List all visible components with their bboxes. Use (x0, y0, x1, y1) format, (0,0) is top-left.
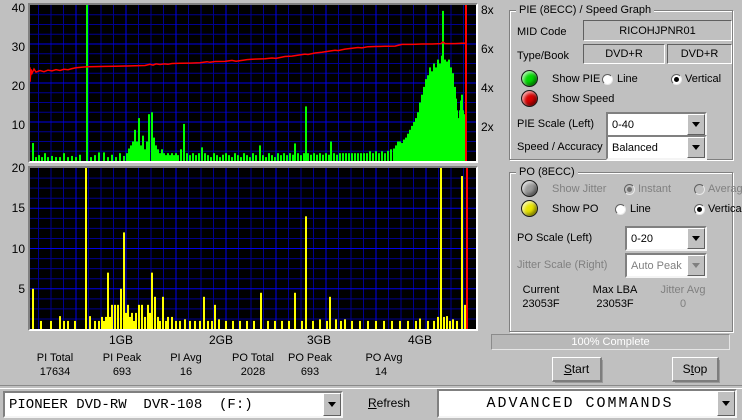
x-axis-label: 4GB (407, 333, 432, 347)
progress-text: 100% Complete (571, 336, 650, 348)
max-lba-value: 23053F (596, 298, 634, 310)
jitter-scale-label: Jitter Scale (Right) (517, 259, 608, 271)
stat-value: 17634 (39, 366, 71, 378)
current-value: 23053F (522, 298, 560, 310)
group-title: PIE (8ECC) / Speed Graph (516, 4, 655, 16)
speed-accuracy-label: Speed / Accuracy (517, 141, 603, 153)
start-button[interactable]: Start (552, 357, 602, 382)
type-book-value-2: DVD+R (667, 44, 732, 64)
app-window: 40 30 20 10 8x 6x 4x 2x 20 15 10 5 1GB 2… (0, 0, 742, 420)
pie-ytick: 40 (11, 1, 25, 15)
stat-value: 14 (374, 366, 388, 378)
mid-code-value: RICOHJPNR01 (583, 20, 732, 41)
mid-code-label: MID Code (517, 26, 567, 38)
dropdown-arrow-button[interactable] (687, 114, 705, 135)
speed-ytick: 6x (481, 42, 494, 56)
show-speed-label: Show Speed (552, 93, 615, 105)
pie-line-radio[interactable] (602, 74, 613, 85)
jitter-scale-dropdown: Auto Peak (625, 253, 707, 278)
stat-value: 693 (300, 366, 320, 378)
show-jitter-led-button (521, 180, 538, 197)
x-axis-label: 1GB (108, 333, 133, 347)
show-pie-led-button[interactable] (521, 70, 538, 87)
pie-ytick: 30 (11, 40, 25, 54)
advanced-commands-dropdown[interactable]: ADVANCED COMMANDS (437, 389, 737, 418)
pie-speed-graph (28, 3, 478, 163)
po-scale-dropdown[interactable]: 0-20 (625, 226, 707, 251)
current-label: Current (522, 284, 560, 296)
chevron-down-icon (692, 263, 700, 268)
speed-ytick: 2x (481, 120, 494, 134)
show-po-label: Show PO (552, 203, 599, 215)
po-line-label[interactable]: Line (630, 203, 651, 215)
group-title: PO (8ECC) (516, 166, 578, 178)
pie-vertical-radio[interactable] (671, 74, 682, 85)
speed-accuracy-value: Balanced (612, 141, 658, 154)
type-book-value-1: DVD+R (583, 44, 665, 64)
max-lba-label: Max LBA (592, 284, 638, 296)
dropdown-arrow-button[interactable] (687, 137, 705, 158)
jitter-avg-label: Jitter Avg (660, 284, 706, 296)
stat-label: PI Total (36, 352, 74, 364)
drive-select-value: PIONEER DVD-RW DVR-108 (F:) (9, 396, 253, 413)
pie-ytick: 20 (11, 79, 25, 93)
speed-accuracy-dropdown[interactable]: Balanced (606, 135, 707, 160)
stat-label: PO Avg (365, 352, 403, 364)
refresh-link[interactable]: Refresh (368, 396, 410, 410)
pie-line-label[interactable]: Line (617, 73, 638, 85)
stat-label: PI Peak (102, 352, 142, 364)
advanced-commands-value: ADVANCED COMMANDS (486, 395, 674, 412)
pie-vertical-label[interactable]: Vertical (685, 73, 721, 85)
po-line-radio[interactable] (615, 204, 626, 215)
po-ytick: 15 (11, 201, 25, 215)
stop-button[interactable]: Stop (672, 357, 719, 382)
jitter-scale-value: Auto Peak (631, 259, 682, 272)
dropdown-arrow-button[interactable] (687, 228, 705, 249)
po-scale-value: 0-20 (631, 232, 654, 245)
stat-value: 693 (112, 366, 132, 378)
jitter-avg-value: 0 (679, 298, 687, 310)
po-ytick: 10 (11, 242, 25, 256)
speed-ytick: 4x (481, 81, 494, 95)
show-pie-label: Show PIE (552, 73, 601, 85)
chevron-down-icon (692, 145, 700, 150)
po-ytick: 5 (18, 282, 25, 296)
type-book-label: Type/Book (517, 50, 569, 62)
pie-scale-value: 0-40 (612, 118, 635, 131)
stat-label: PI Avg (170, 352, 202, 364)
speed-ytick: 8x (481, 3, 494, 17)
show-jitter-label: Show Jitter (552, 183, 607, 195)
po-vertical-radio[interactable] (694, 204, 705, 215)
show-po-led-button[interactable] (521, 200, 538, 217)
pie-ytick: 10 (11, 118, 25, 132)
jitter-instant-radio (624, 184, 635, 195)
pie-scale-label: PIE Scale (Left) (517, 118, 595, 130)
drive-select-dropdown[interactable]: PIONEER DVD-RW DVR-108 (F:) (3, 391, 343, 418)
stat-label: PO Peak (287, 352, 333, 364)
chevron-down-icon (692, 236, 700, 241)
chevron-down-icon (692, 122, 700, 127)
x-axis-label: 3GB (306, 333, 331, 347)
po-ytick: 20 (11, 161, 25, 175)
jitter-instant-label: Instant (638, 183, 672, 195)
jitter-average-label: Average (708, 183, 742, 195)
dropdown-arrow-button (687, 255, 705, 276)
show-speed-led-button[interactable] (521, 90, 538, 107)
progress-bar: 100% Complete (491, 334, 730, 350)
chevron-down-icon (328, 402, 336, 407)
dropdown-arrow-button[interactable] (323, 393, 341, 416)
x-axis-label: 2GB (208, 333, 233, 347)
dropdown-arrow-button[interactable] (717, 391, 735, 416)
pie-scale-dropdown[interactable]: 0-40 (606, 112, 707, 137)
stat-value: 16 (179, 366, 193, 378)
chevron-down-icon (722, 401, 730, 406)
po-graph (28, 166, 478, 331)
po-vertical-label[interactable]: Vertical (708, 203, 742, 215)
po-scale-label: PO Scale (Left) (517, 232, 593, 244)
jitter-average-radio (694, 184, 705, 195)
